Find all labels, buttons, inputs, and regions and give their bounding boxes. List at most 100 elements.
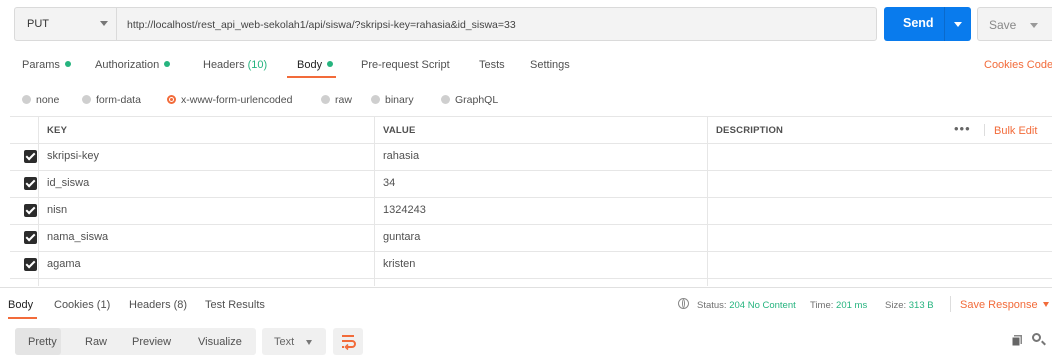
time-readout: Time: 201 ms (810, 300, 867, 311)
table-divider (10, 116, 1052, 117)
radio-selected-icon (167, 95, 176, 104)
cookies-code-link[interactable]: Cookies Code (984, 59, 1052, 71)
table-col-divider (374, 116, 375, 286)
search-icon[interactable] (1032, 333, 1041, 342)
send-divider (944, 7, 945, 41)
table-col-divider (707, 116, 708, 286)
format-preview[interactable]: Preview (132, 336, 171, 348)
format-raw[interactable]: Raw (85, 336, 107, 348)
size-readout: Size: 313 B (885, 300, 934, 311)
table-row-key[interactable]: agama (47, 258, 81, 270)
radio-binary[interactable]: binary (371, 94, 414, 106)
save-response-button[interactable]: Save Response (960, 299, 1049, 311)
column-header-description: DESCRIPTION (716, 125, 784, 136)
table-row-key[interactable]: nama_siswa (47, 231, 108, 243)
url-text: http://localhost/rest_api_web-sekolah1/a… (127, 19, 516, 31)
header-separator (984, 124, 985, 136)
column-header-value: VALUE (383, 125, 416, 136)
radio-raw-label: raw (335, 94, 352, 106)
text-type-select[interactable]: Text (262, 328, 326, 355)
tab-tests[interactable]: Tests (479, 59, 505, 71)
row-checkbox[interactable] (24, 150, 37, 163)
wrap-lines-button[interactable] (333, 328, 363, 355)
tab-body[interactable]: Body (297, 59, 334, 71)
table-row-value[interactable]: guntara (383, 231, 420, 243)
save-button[interactable]: Save (977, 7, 1052, 41)
tab-authorization[interactable]: Authorization (95, 59, 171, 71)
radio-urlencoded[interactable]: x-www-form-urlencoded (167, 94, 292, 106)
headers-count: (10) (247, 59, 268, 71)
table-divider (10, 197, 1052, 198)
send-label: Send (903, 16, 934, 30)
time-value: 201 ms (836, 300, 868, 311)
status-label: Status: (697, 300, 727, 311)
method-label: PUT (27, 18, 49, 30)
bulk-edit-link[interactable]: Bulk Edit (994, 125, 1037, 137)
table-row-value[interactable]: rahasia (383, 150, 419, 162)
table-row-value[interactable]: 1324243 (383, 204, 426, 216)
active-tab-underline (287, 76, 336, 78)
save-response-label: Save Response (960, 299, 1038, 311)
table-divider (10, 278, 1052, 279)
chevron-down-icon[interactable] (954, 22, 962, 27)
row-checkbox[interactable] (24, 204, 37, 217)
response-tab-cookies[interactable]: Cookies (1) (54, 299, 110, 311)
copy-icon[interactable] (1011, 335, 1022, 347)
indicator-dot (164, 61, 171, 67)
params-table: KEY VALUE DESCRIPTION ••• Bulk Edit skri… (10, 116, 1052, 286)
row-checkbox[interactable] (24, 231, 37, 244)
toolbar-separator (950, 296, 951, 312)
chevron-down-icon[interactable] (1030, 23, 1038, 28)
radio-none[interactable]: none (22, 94, 59, 106)
chevron-down-icon (1042, 302, 1049, 307)
radio-form-data-label: form-data (96, 94, 141, 106)
table-row-key[interactable]: id_siswa (47, 177, 89, 189)
radio-raw[interactable]: raw (321, 94, 352, 106)
radio-none-label: none (36, 94, 60, 106)
table-divider (10, 143, 1052, 144)
method-select[interactable]: PUT (14, 7, 116, 41)
response-tab-body[interactable]: Body (8, 299, 33, 311)
radio-icon (441, 95, 450, 104)
tab-body-label: Body (297, 59, 323, 71)
radio-urlencoded-label: x-www-form-urlencoded (181, 94, 293, 106)
table-divider (10, 170, 1052, 171)
indicator-dot (327, 61, 334, 67)
wrap-lines-icon (342, 335, 356, 351)
send-button[interactable]: Send (884, 7, 971, 41)
tab-headers-label: Headers (203, 59, 245, 71)
tab-settings[interactable]: Settings (530, 59, 570, 71)
tab-authorization-label: Authorization (95, 59, 160, 71)
table-row-value[interactable]: 34 (383, 177, 395, 189)
row-checkbox[interactable] (24, 177, 37, 190)
url-input[interactable]: http://localhost/rest_api_web-sekolah1/a… (116, 7, 877, 41)
chevron-down-icon (306, 340, 312, 345)
tab-headers[interactable]: Headers (10) (203, 59, 267, 71)
response-tab-headers[interactable]: Headers (8) (129, 299, 187, 311)
response-tab-test-results[interactable]: Test Results (205, 299, 265, 311)
time-label: Time: (810, 300, 834, 311)
table-row-key[interactable]: nisn (47, 204, 67, 216)
radio-graphql[interactable]: GraphQL (441, 94, 498, 106)
table-divider (10, 224, 1052, 225)
table-row-key[interactable]: skripsi-key (47, 150, 99, 162)
size-label: Size: (885, 300, 907, 311)
radio-binary-label: binary (385, 94, 414, 106)
radio-form-data[interactable]: form-data (82, 94, 141, 106)
format-pretty[interactable]: Pretty (15, 328, 61, 355)
radio-icon (371, 95, 380, 104)
tab-params[interactable]: Params (22, 59, 71, 71)
row-checkbox[interactable] (24, 258, 37, 271)
radio-icon (22, 95, 31, 104)
radio-graphql-label: GraphQL (455, 94, 499, 106)
globe-icon[interactable] (678, 298, 689, 309)
radio-icon (321, 95, 330, 104)
tab-params-label: Params (22, 59, 60, 71)
format-visualize[interactable]: Visualize (198, 336, 242, 348)
clipped-heading (0, 0, 1052, 6)
table-row-value[interactable]: kristen (383, 258, 415, 270)
more-options-icon[interactable]: ••• (954, 121, 971, 136)
tab-pre-request-script[interactable]: Pre-request Script (361, 59, 450, 71)
save-label: Save (989, 18, 1017, 32)
status-value: 204 No Content (729, 300, 796, 311)
